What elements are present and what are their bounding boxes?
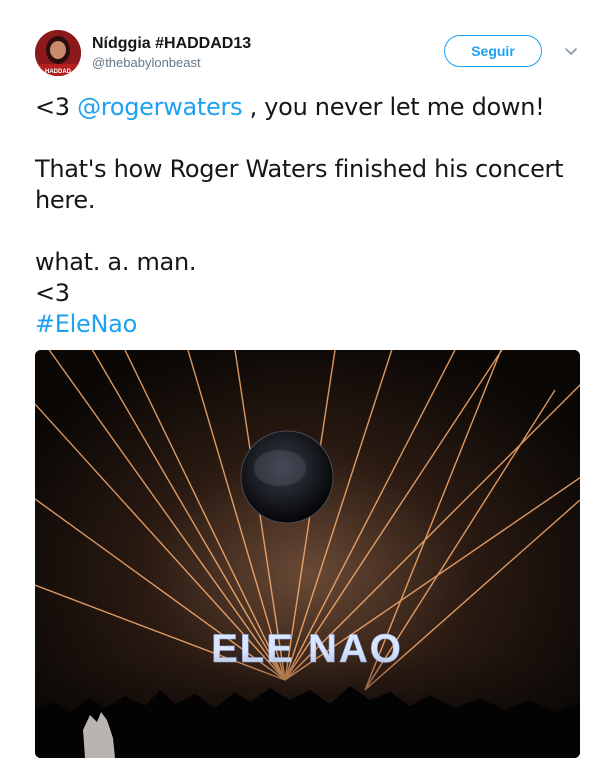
- tweet-line-2: That's how Roger Waters finished his con…: [35, 155, 564, 214]
- avatar[interactable]: HADDAD: [35, 30, 81, 76]
- tweet-header: HADDAD Nídggia #HADDAD13 @thebabylonbeas…: [35, 30, 585, 78]
- tweet-line-1: <3 @rogerwaters , you never let me down!: [35, 92, 580, 123]
- tweet-line-4: <3: [35, 279, 70, 307]
- concert-photo: ELE NAO: [35, 350, 580, 758]
- user-handle[interactable]: @thebabylonbeast: [92, 54, 251, 72]
- avatar-caption: HADDAD: [45, 69, 72, 75]
- tweet-line-1-suffix: , you never let me down!: [242, 93, 545, 121]
- hashtag-link[interactable]: #EleNao: [35, 310, 137, 338]
- avatar-image: HADDAD: [35, 30, 81, 76]
- mention-link[interactable]: @rogerwaters: [77, 93, 242, 121]
- tweet-text: <3 @rogerwaters , you never let me down!…: [35, 92, 580, 340]
- tweet-line-3: what. a. man.: [35, 248, 197, 276]
- follow-button[interactable]: Seguir: [444, 35, 542, 67]
- display-name[interactable]: Nídggia #HADDAD13: [92, 34, 251, 54]
- tweet-line-1-prefix: <3: [35, 93, 78, 121]
- chevron-down-icon[interactable]: [563, 43, 579, 59]
- user-names: Nídggia #HADDAD13 @thebabylonbeast: [92, 34, 251, 72]
- tweet-photo[interactable]: ELE NAO: [35, 350, 580, 758]
